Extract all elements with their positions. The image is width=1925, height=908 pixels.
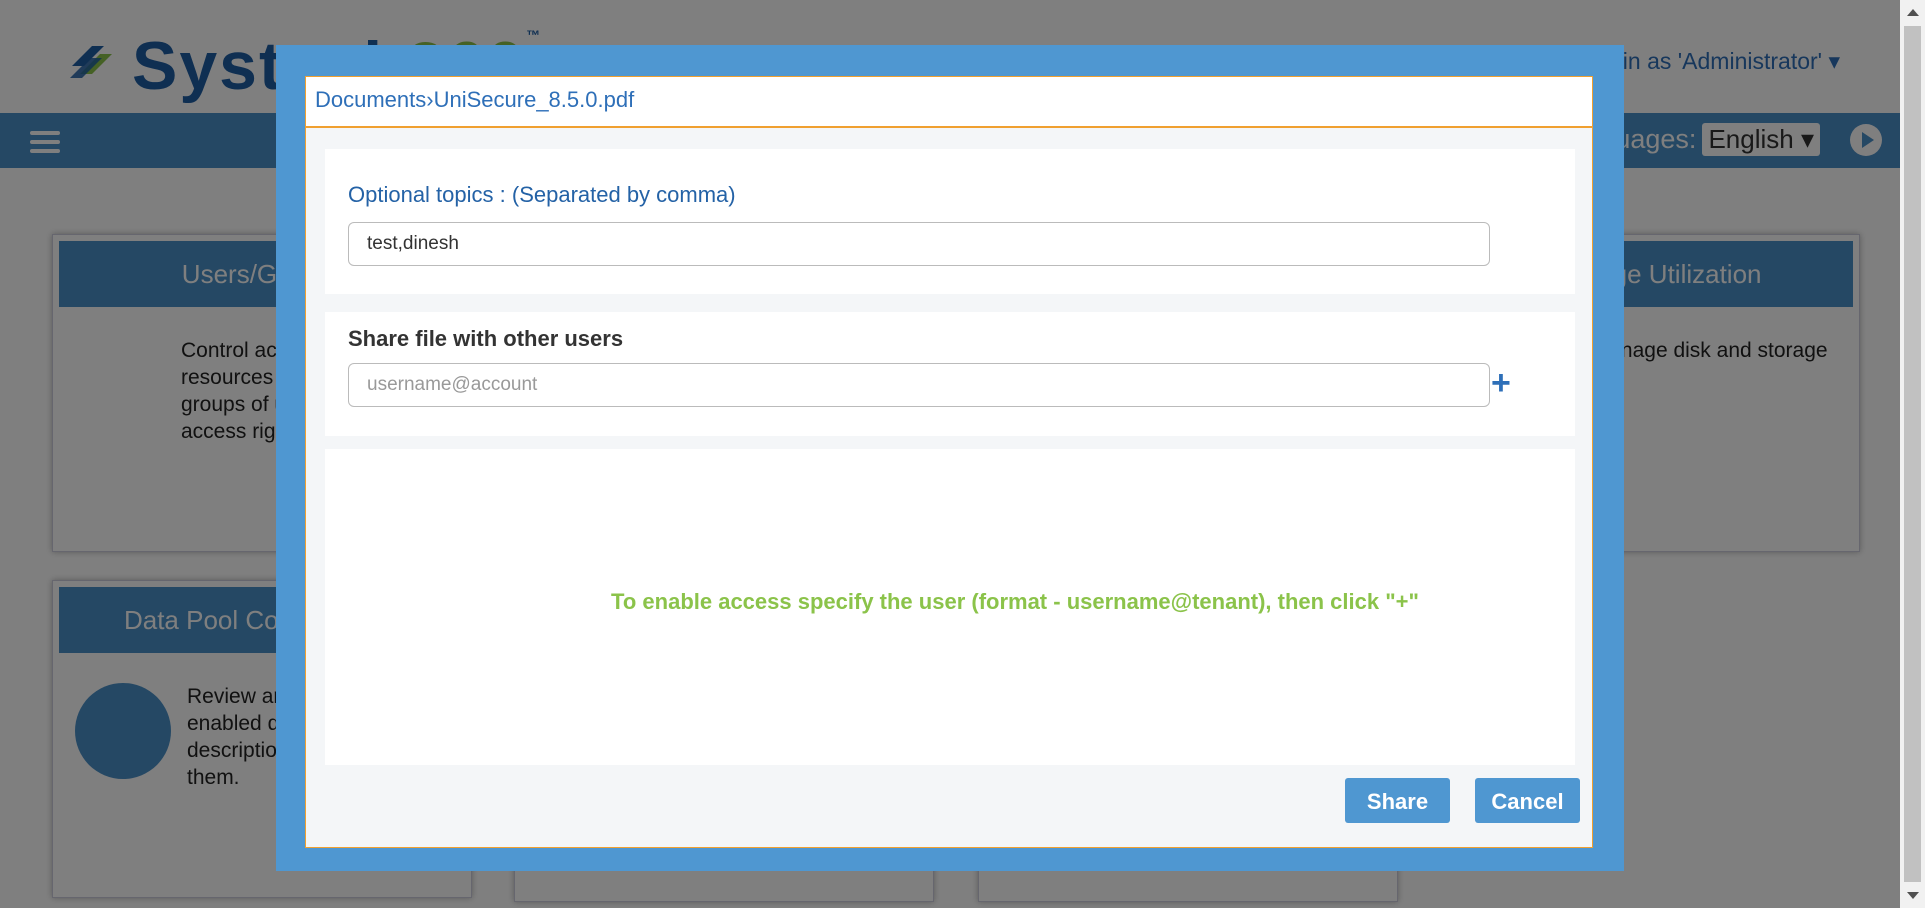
share-section: Share file with other users + bbox=[325, 312, 1575, 436]
breadcrumb-file: UniSecure_8.5.0.pdf bbox=[433, 87, 635, 112]
share-button[interactable]: Share bbox=[1345, 778, 1450, 823]
share-hint: To enable access specify the user (forma… bbox=[611, 589, 1419, 614]
scrollbar-thumb[interactable] bbox=[1904, 26, 1921, 882]
share-dialog: Documents›UniSecure_8.5.0.pdf Optional t… bbox=[276, 45, 1624, 871]
scroll-down-icon[interactable] bbox=[1907, 892, 1919, 899]
breadcrumb-separator: › bbox=[426, 87, 434, 112]
topics-section: Optional topics : (Separated by comma) bbox=[325, 149, 1575, 294]
scrollbar[interactable] bbox=[1900, 0, 1925, 908]
share-label: Share file with other users bbox=[348, 326, 624, 351]
dialog-content: Documents›UniSecure_8.5.0.pdf Optional t… bbox=[305, 76, 1593, 848]
shared-users-list: To enable access specify the user (forma… bbox=[325, 449, 1575, 765]
breadcrumb: Documents›UniSecure_8.5.0.pdf bbox=[306, 77, 1592, 128]
topics-input[interactable] bbox=[348, 222, 1490, 266]
scroll-up-icon[interactable] bbox=[1907, 9, 1919, 16]
breadcrumb-documents[interactable]: Documents bbox=[315, 87, 426, 112]
share-user-input[interactable] bbox=[348, 363, 1490, 407]
cancel-button[interactable]: Cancel bbox=[1475, 778, 1580, 823]
topics-label: Optional topics : (Separated by comma) bbox=[348, 182, 736, 207]
add-user-icon[interactable]: + bbox=[1491, 366, 1511, 400]
